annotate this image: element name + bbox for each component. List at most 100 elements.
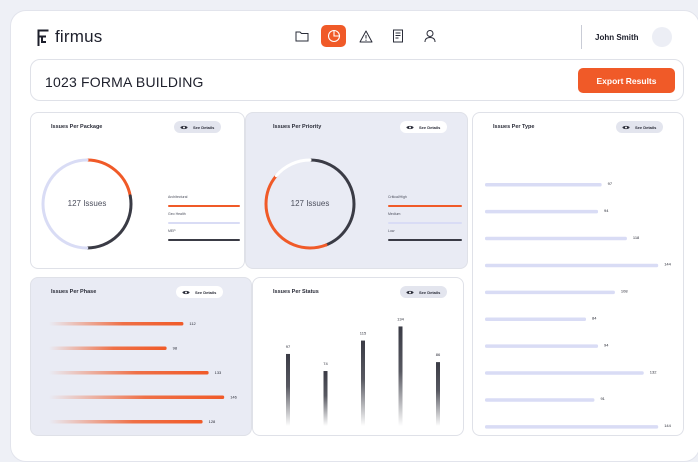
logo[interactable]: firmus [37, 27, 102, 47]
avatar[interactable] [651, 27, 672, 47]
eye-icon [406, 125, 414, 129]
type-bar [485, 317, 587, 321]
user-menu[interactable]: John Smith [581, 25, 672, 49]
type-bar [485, 398, 595, 402]
see-details-button[interactable]: See Details [174, 121, 222, 133]
status-bar-label: 134 [397, 316, 404, 321]
nav-dashboard-button[interactable] [321, 25, 346, 47]
user-divider [581, 25, 582, 49]
nav-documents-button[interactable] [385, 25, 410, 47]
legend-label: Critical/High [388, 195, 407, 199]
panel-title: Issues Per Status [273, 289, 319, 295]
issues-per-status-panel: Issues Per Status See Details 97 74 115 134… [252, 277, 464, 436]
type-bar [485, 183, 602, 187]
see-details-button[interactable]: See Details [176, 286, 224, 298]
legend-swatch [388, 205, 462, 207]
issues-per-status-chart: 97 74 115 134 86 [286, 316, 441, 426]
see-details-label: See Details [195, 289, 217, 295]
status-bar [398, 326, 403, 426]
eye-icon [180, 125, 188, 129]
issues-per-phase-chart: 112 98 133 146 128 [49, 321, 238, 424]
phase-bar-label: 146 [230, 395, 237, 400]
type-bar-label: 108 [621, 289, 628, 294]
eye-icon [622, 125, 630, 129]
type-bar [485, 209, 599, 214]
nav-folder-button[interactable] [289, 25, 314, 47]
type-bar [485, 236, 627, 241]
issues-per-type-chart: 97 94 118 144 108 84 94 132 91 144 [485, 181, 672, 429]
phase-bar [49, 395, 225, 399]
status-bar [323, 371, 328, 426]
see-details-label: See Details [635, 124, 657, 130]
phase-bar-label: 128 [209, 419, 216, 424]
phase-bar-label: 133 [215, 370, 222, 375]
nav-profile-button[interactable] [417, 25, 442, 47]
donut-center-label: 127 Issues [67, 199, 107, 208]
type-bar [485, 371, 644, 375]
status-bar [436, 362, 440, 426]
status-bar-label: 74 [323, 361, 328, 366]
document-icon [392, 29, 403, 43]
phase-bar [49, 420, 203, 424]
type-bar-label: 84 [592, 316, 597, 321]
status-bar-label: 97 [286, 344, 291, 349]
donut-center-label: 127 Issues [290, 199, 330, 208]
type-bar [485, 425, 659, 429]
type-bar [485, 344, 599, 348]
type-bar-label: 132 [650, 369, 657, 374]
see-details-button[interactable]: See Details [616, 121, 664, 133]
phase-bar [49, 371, 209, 375]
main-nav [289, 25, 442, 47]
issues-per-type-panel: Issues Per Type See Details 97 94 118 144 10… [472, 112, 684, 436]
eye-icon [406, 290, 414, 294]
type-bar-label: 91 [600, 396, 605, 401]
warning-icon [359, 30, 372, 42]
type-bar-label: 97 [608, 181, 613, 186]
phase-bar [49, 322, 184, 326]
user-icon [424, 30, 435, 43]
pie-chart-icon [327, 29, 340, 43]
type-bar [485, 263, 659, 268]
priority-legend: Critical/High Medium Low [388, 195, 462, 265]
type-bar-label: 144 [664, 423, 671, 428]
eye-icon [182, 290, 190, 294]
nav-issues-button[interactable] [353, 25, 378, 47]
type-bar-label: 94 [604, 208, 609, 213]
phase-bar-label: 112 [189, 321, 196, 326]
see-details-label: See Details [193, 124, 215, 130]
legend-swatch [168, 222, 240, 224]
see-details-button[interactable]: See Details [400, 286, 448, 298]
legend-swatch [168, 239, 240, 241]
issues-per-phase-panel: Issues Per Phase See Details 112 98 133 146… [30, 277, 252, 436]
legend-label: Architectural [168, 195, 188, 199]
firmus-logo-icon [37, 29, 49, 46]
see-details-label: See Details [419, 124, 441, 130]
status-bar [286, 353, 290, 426]
package-legend: Architectural Geo Health MEP [168, 195, 240, 265]
type-bar-label: 144 [664, 262, 671, 267]
export-results-button[interactable]: Export Results [578, 68, 675, 93]
legend-label: Medium [388, 212, 401, 216]
type-bar [485, 290, 615, 295]
phase-bar [49, 346, 167, 350]
status-bar-label: 115 [360, 331, 367, 336]
status-bar-label: 86 [436, 352, 441, 357]
legend-swatch [388, 222, 462, 224]
issues-per-package-panel: Issues Per Package See Details 127 Issue… [30, 112, 245, 269]
status-bar [361, 340, 365, 426]
folder-icon [295, 31, 308, 42]
project-header: 1023 FORMA BUILDING Export Results [30, 59, 684, 101]
see-details-button[interactable]: See Details [400, 121, 448, 133]
brand-name: firmus [55, 27, 103, 46]
legend-label: MEP [168, 229, 176, 233]
type-bar-label: 94 [604, 342, 609, 347]
issues-per-priority-panel: Issues Per Priority See Details 127 Issu… [245, 112, 468, 269]
panel-title: Issues Per Type [493, 124, 535, 130]
see-details-label: See Details [419, 289, 441, 295]
panel-title: Issues Per Priority [273, 124, 322, 130]
panel-title: Issues Per Phase [51, 289, 97, 295]
legend-swatch [168, 205, 240, 207]
user-name: John Smith [595, 32, 639, 42]
app-window: firmus John Smith 1023 FORMA BUILDING Ex… [10, 10, 698, 462]
page-title: 1023 FORMA BUILDING [45, 74, 204, 90]
